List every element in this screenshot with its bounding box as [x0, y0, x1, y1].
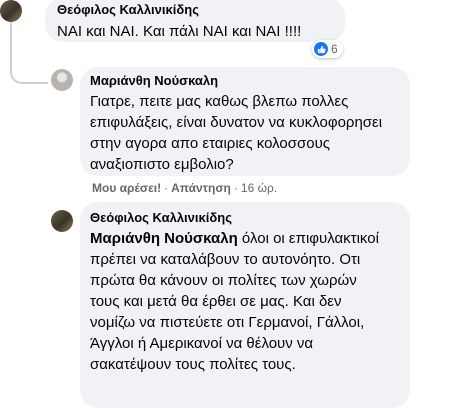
comment-author[interactable]: Μαριάνθη Νούσκαλη [90, 73, 398, 89]
avatar[interactable] [0, 0, 22, 22]
reaction-count: 6 [331, 42, 338, 56]
like-button[interactable]: Μου αρέσει! [92, 181, 161, 195]
comment-text: Γιατρε, πειτε μας καθως βλεπω πολλες επι… [90, 93, 383, 173]
separator: · [164, 181, 169, 195]
comment-text-content: όλοι οι επιφυλακτικοί πρέπει να καταλάβο… [90, 230, 379, 373]
comment-text: Μαριάνθη Νούσκαλη όλοι οι επιφυλακτικοί … [90, 228, 390, 375]
avatar[interactable] [51, 210, 73, 232]
comment-author[interactable]: Θεόφιλος Καλλινικίδης [57, 2, 333, 18]
avatar[interactable] [51, 69, 73, 91]
comment-bubble: Μαριάνθη Νούσκαλη Γιατρε, πειτε μας καθω… [80, 67, 410, 176]
thumbs-up-icon [314, 42, 328, 56]
reaction-badge[interactable]: 6 [312, 40, 343, 58]
separator: · [233, 181, 238, 195]
mention-link[interactable]: Μαριάνθη Νούσκαλη [90, 230, 238, 247]
thread-connector [10, 52, 48, 84]
comment-text: ΝΑΙ και ΝΑΙ. Και πάλι ΝΑΙ και ΝΑΙ !!!! [57, 23, 302, 40]
comment-bubble: Θεόφιλος Καλλινικίδης ΝΑΙ και ΝΑΙ. Και π… [45, 0, 345, 42]
comment-author[interactable]: Θεόφιλος Καλλινικίδης [90, 210, 398, 226]
comment-bubble: Θεόφιλος Καλλινικίδης Μαριάνθη Νούσκαλη … [80, 202, 410, 408]
comment-actions: Μου αρέσει! · Απάντηση · 16 ώρ. [92, 181, 277, 195]
reply-button[interactable]: Απάντηση [171, 181, 231, 195]
timestamp[interactable]: 16 ώρ. [241, 181, 277, 195]
